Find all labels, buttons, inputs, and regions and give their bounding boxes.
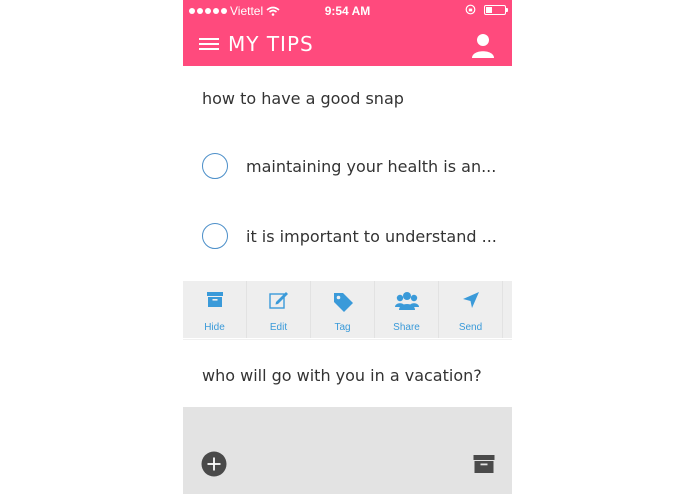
checklist-item[interactable]: it is important to understand ... (202, 221, 502, 251)
edit-icon (268, 292, 288, 309)
group-icon (394, 292, 419, 310)
checkbox-circle-icon[interactable] (202, 223, 228, 249)
divider (183, 339, 512, 340)
status-bar: Viettel 9:54 AM (183, 0, 512, 22)
status-right (465, 4, 508, 15)
app-header: MY TIPS (183, 22, 512, 66)
share-button[interactable]: Share (375, 281, 439, 338)
hamburger-icon[interactable] (199, 38, 219, 50)
checklist-item-text: maintaining your health is an... (246, 156, 497, 176)
send-button[interactable]: Send (439, 281, 503, 338)
hide-button[interactable]: Hide (183, 281, 247, 338)
send-icon (462, 292, 479, 308)
person-icon[interactable] (470, 32, 496, 58)
status-time: 9:54 AM (324, 4, 371, 18)
tag-button[interactable]: Tag (311, 281, 375, 338)
page-title: MY TIPS (228, 32, 314, 56)
tip-title[interactable]: how to have a good snap (202, 89, 404, 108)
add-circle-icon[interactable] (201, 451, 227, 477)
share-label: Share (393, 322, 420, 333)
send-label: Send (458, 322, 483, 333)
tip-title[interactable]: who will go with you in a vacation? (202, 366, 482, 385)
battery-icon (484, 4, 508, 15)
edit-label: Edit (269, 322, 288, 333)
checklist-item-text: it is important to understand ... (246, 226, 497, 246)
rotation-lock-icon (465, 4, 476, 15)
tag-label: Tag (334, 322, 351, 333)
archive-icon (206, 292, 223, 307)
checkbox-circle-icon[interactable] (202, 153, 228, 179)
bottom-toolbar (183, 407, 512, 494)
action-bar: Hide Edit Tag Share Send (183, 281, 512, 338)
tag-icon (333, 293, 353, 312)
edit-button[interactable]: Edit (247, 281, 311, 338)
checklist-item[interactable]: maintaining your health is an... (202, 151, 502, 181)
hide-label: Hide (204, 322, 225, 333)
archive-icon[interactable] (473, 454, 495, 474)
phone-screen: Viettel 9:54 AM MY TIPS how to have a go… (183, 0, 512, 494)
